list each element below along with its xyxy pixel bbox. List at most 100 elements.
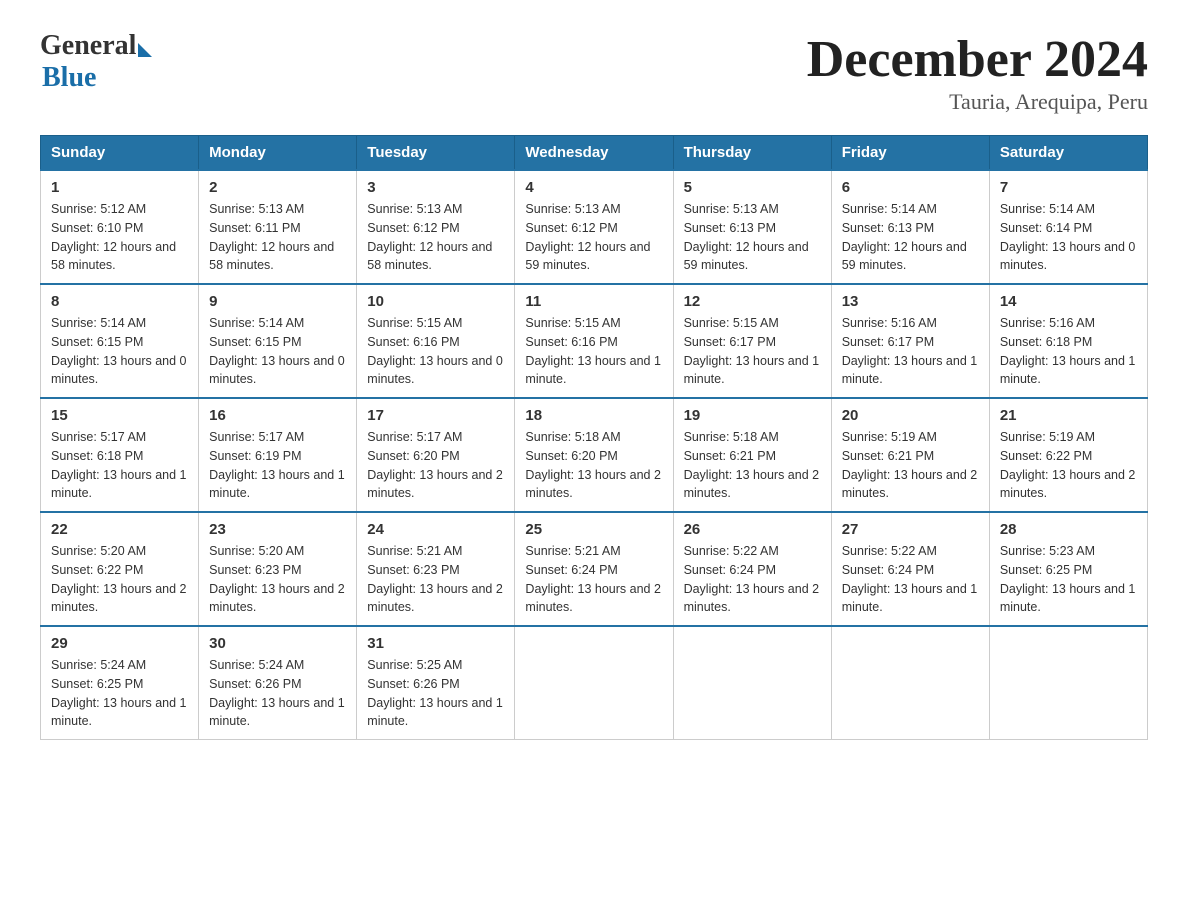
daylight-label: Daylight: 12 hours and 58 minutes.	[51, 240, 176, 273]
day-number: 18	[525, 407, 662, 424]
daylight-label: Daylight: 13 hours and 0 minutes.	[51, 354, 187, 387]
sunset-label: Sunset: 6:19 PM	[209, 449, 301, 463]
day-number: 17	[367, 407, 504, 424]
sunrise-label: Sunrise: 5:20 AM	[209, 544, 304, 558]
sunset-label: Sunset: 6:23 PM	[367, 563, 459, 577]
sunset-label: Sunset: 6:18 PM	[1000, 335, 1092, 349]
day-info: Sunrise: 5:13 AM Sunset: 6:13 PM Dayligh…	[684, 200, 821, 275]
day-info: Sunrise: 5:13 AM Sunset: 6:12 PM Dayligh…	[525, 200, 662, 275]
day-info: Sunrise: 5:15 AM Sunset: 6:16 PM Dayligh…	[367, 314, 504, 389]
calendar-week-2: 8 Sunrise: 5:14 AM Sunset: 6:15 PM Dayli…	[41, 284, 1148, 398]
daylight-label: Daylight: 13 hours and 1 minute.	[1000, 582, 1136, 615]
day-number: 11	[525, 293, 662, 310]
calendar-cell: 15 Sunrise: 5:17 AM Sunset: 6:18 PM Dayl…	[41, 398, 199, 512]
column-header-monday: Monday	[199, 136, 357, 171]
day-info: Sunrise: 5:17 AM Sunset: 6:18 PM Dayligh…	[51, 428, 188, 503]
daylight-label: Daylight: 13 hours and 1 minute.	[209, 468, 345, 501]
daylight-label: Daylight: 13 hours and 0 minutes.	[367, 354, 503, 387]
day-number: 20	[842, 407, 979, 424]
sunrise-label: Sunrise: 5:24 AM	[209, 658, 304, 672]
sunrise-label: Sunrise: 5:22 AM	[842, 544, 937, 558]
column-header-friday: Friday	[831, 136, 989, 171]
sunrise-label: Sunrise: 5:16 AM	[842, 316, 937, 330]
calendar-cell: 24 Sunrise: 5:21 AM Sunset: 6:23 PM Dayl…	[357, 512, 515, 626]
day-info: Sunrise: 5:19 AM Sunset: 6:22 PM Dayligh…	[1000, 428, 1137, 503]
calendar-cell: 20 Sunrise: 5:19 AM Sunset: 6:21 PM Dayl…	[831, 398, 989, 512]
location-text: Tauria, Arequipa, Peru	[807, 89, 1148, 115]
daylight-label: Daylight: 13 hours and 1 minute.	[1000, 354, 1136, 387]
day-number: 22	[51, 521, 188, 538]
sunrise-label: Sunrise: 5:25 AM	[367, 658, 462, 672]
day-info: Sunrise: 5:17 AM Sunset: 6:19 PM Dayligh…	[209, 428, 346, 503]
sunset-label: Sunset: 6:13 PM	[842, 221, 934, 235]
sunrise-label: Sunrise: 5:15 AM	[525, 316, 620, 330]
daylight-label: Daylight: 13 hours and 1 minute.	[842, 582, 978, 615]
day-number: 26	[684, 521, 821, 538]
sunrise-label: Sunrise: 5:14 AM	[1000, 202, 1095, 216]
calendar-cell: 27 Sunrise: 5:22 AM Sunset: 6:24 PM Dayl…	[831, 512, 989, 626]
sunset-label: Sunset: 6:12 PM	[525, 221, 617, 235]
sunset-label: Sunset: 6:24 PM	[842, 563, 934, 577]
sunrise-label: Sunrise: 5:17 AM	[367, 430, 462, 444]
daylight-label: Daylight: 13 hours and 1 minute.	[684, 354, 820, 387]
sunrise-label: Sunrise: 5:19 AM	[842, 430, 937, 444]
day-number: 21	[1000, 407, 1137, 424]
calendar-week-3: 15 Sunrise: 5:17 AM Sunset: 6:18 PM Dayl…	[41, 398, 1148, 512]
sunset-label: Sunset: 6:10 PM	[51, 221, 143, 235]
column-header-saturday: Saturday	[989, 136, 1147, 171]
daylight-label: Daylight: 12 hours and 59 minutes.	[525, 240, 650, 273]
day-info: Sunrise: 5:17 AM Sunset: 6:20 PM Dayligh…	[367, 428, 504, 503]
sunrise-label: Sunrise: 5:21 AM	[367, 544, 462, 558]
day-number: 13	[842, 293, 979, 310]
page-header: General Blue December 2024 Tauria, Arequ…	[40, 30, 1148, 115]
calendar-cell: 26 Sunrise: 5:22 AM Sunset: 6:24 PM Dayl…	[673, 512, 831, 626]
daylight-label: Daylight: 12 hours and 59 minutes.	[842, 240, 967, 273]
sunrise-label: Sunrise: 5:19 AM	[1000, 430, 1095, 444]
day-number: 5	[684, 179, 821, 196]
day-number: 12	[684, 293, 821, 310]
daylight-label: Daylight: 13 hours and 2 minutes.	[367, 582, 503, 615]
day-number: 1	[51, 179, 188, 196]
day-number: 15	[51, 407, 188, 424]
daylight-label: Daylight: 12 hours and 58 minutes.	[209, 240, 334, 273]
sunset-label: Sunset: 6:22 PM	[51, 563, 143, 577]
day-number: 31	[367, 635, 504, 652]
calendar-cell: 2 Sunrise: 5:13 AM Sunset: 6:11 PM Dayli…	[199, 170, 357, 284]
sunrise-label: Sunrise: 5:13 AM	[367, 202, 462, 216]
daylight-label: Daylight: 13 hours and 2 minutes.	[525, 582, 661, 615]
sunset-label: Sunset: 6:21 PM	[842, 449, 934, 463]
daylight-label: Daylight: 13 hours and 0 minutes.	[1000, 240, 1136, 273]
sunrise-label: Sunrise: 5:20 AM	[51, 544, 146, 558]
day-number: 8	[51, 293, 188, 310]
day-info: Sunrise: 5:21 AM Sunset: 6:24 PM Dayligh…	[525, 542, 662, 617]
day-number: 19	[684, 407, 821, 424]
calendar-cell: 17 Sunrise: 5:17 AM Sunset: 6:20 PM Dayl…	[357, 398, 515, 512]
calendar-cell	[673, 626, 831, 740]
calendar-cell: 23 Sunrise: 5:20 AM Sunset: 6:23 PM Dayl…	[199, 512, 357, 626]
day-number: 27	[842, 521, 979, 538]
day-number: 28	[1000, 521, 1137, 538]
calendar-cell: 11 Sunrise: 5:15 AM Sunset: 6:16 PM Dayl…	[515, 284, 673, 398]
daylight-label: Daylight: 13 hours and 1 minute.	[367, 696, 503, 729]
calendar-cell: 22 Sunrise: 5:20 AM Sunset: 6:22 PM Dayl…	[41, 512, 199, 626]
sunrise-label: Sunrise: 5:18 AM	[684, 430, 779, 444]
sunset-label: Sunset: 6:24 PM	[525, 563, 617, 577]
day-info: Sunrise: 5:14 AM Sunset: 6:15 PM Dayligh…	[51, 314, 188, 389]
sunset-label: Sunset: 6:16 PM	[367, 335, 459, 349]
day-info: Sunrise: 5:23 AM Sunset: 6:25 PM Dayligh…	[1000, 542, 1137, 617]
daylight-label: Daylight: 13 hours and 2 minutes.	[367, 468, 503, 501]
day-info: Sunrise: 5:24 AM Sunset: 6:25 PM Dayligh…	[51, 656, 188, 731]
daylight-label: Daylight: 13 hours and 2 minutes.	[684, 582, 820, 615]
sunset-label: Sunset: 6:21 PM	[684, 449, 776, 463]
day-number: 9	[209, 293, 346, 310]
sunrise-label: Sunrise: 5:15 AM	[684, 316, 779, 330]
sunset-label: Sunset: 6:20 PM	[525, 449, 617, 463]
calendar-cell: 30 Sunrise: 5:24 AM Sunset: 6:26 PM Dayl…	[199, 626, 357, 740]
daylight-label: Daylight: 12 hours and 58 minutes.	[367, 240, 492, 273]
sunset-label: Sunset: 6:11 PM	[209, 221, 301, 235]
logo-blue-text: Blue	[42, 62, 152, 94]
day-info: Sunrise: 5:25 AM Sunset: 6:26 PM Dayligh…	[367, 656, 504, 731]
day-info: Sunrise: 5:20 AM Sunset: 6:22 PM Dayligh…	[51, 542, 188, 617]
month-title: December 2024	[807, 30, 1148, 89]
sunset-label: Sunset: 6:26 PM	[209, 677, 301, 691]
